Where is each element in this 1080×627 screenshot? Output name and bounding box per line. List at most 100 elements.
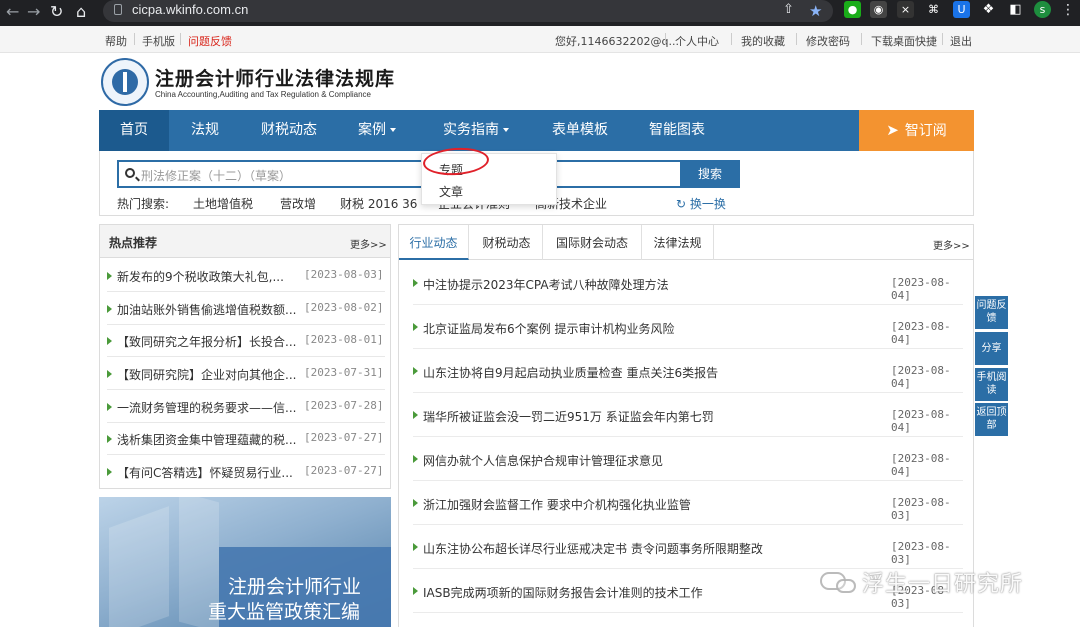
reload-icon[interactable]: ↻ (50, 2, 63, 21)
nav-smart-charts[interactable]: 智能图表 (642, 110, 712, 151)
bullet-icon (413, 587, 418, 595)
search-input[interactable]: 刑法修正案（十二）（草案） (117, 160, 682, 188)
tab-tax-news[interactable]: 财税动态 (471, 225, 543, 260)
table-row[interactable]: 网信办就个人信息保护合规审计管理征求意见 [2023-08-04] (413, 437, 963, 481)
puzzle-extensions-icon[interactable]: ❖ (980, 1, 997, 18)
site-title[interactable]: 注册会计师行业法律法规库 (155, 64, 395, 91)
dropdown-item-articles[interactable]: 文章 (439, 183, 463, 200)
search-button[interactable]: 搜索 (680, 160, 740, 188)
news-more-link[interactable]: 更多>> (933, 237, 970, 252)
forward-icon[interactable]: → (27, 2, 40, 21)
nav-practice-guide[interactable]: 实务指南 (434, 110, 518, 151)
back-icon[interactable]: ← (6, 2, 19, 21)
table-row[interactable]: 北京证监局发布6个案例 提示审计机构业务风险 [2023-08-04] (413, 305, 963, 349)
tab-intl-accounting[interactable]: 国际财会动态 (543, 225, 642, 260)
home-icon[interactable]: ⌂ (76, 2, 86, 21)
divider (665, 33, 666, 45)
item-title[interactable]: 【致同研究之年报分析】长投合... (117, 333, 301, 350)
feedback-link[interactable]: 问题反馈 (188, 33, 232, 49)
item-title[interactable]: 新发布的9个税收政策大礼包,... (117, 268, 301, 285)
change-password-link[interactable]: 修改密码 (806, 33, 850, 49)
list-item[interactable]: 浅析集团资金集中管理蕴藏的税... [2023-07-27] (107, 423, 385, 455)
list-item[interactable]: 加油站账外销售偷逃增值税数额... [2023-08-02] (107, 293, 385, 325)
news-title[interactable]: 浙江加强财会监督工作 要求中介机构强化执业监管 (423, 496, 691, 513)
nav-tax-news[interactable]: 财税动态 (249, 110, 329, 151)
hot-term[interactable]: 财税 2016 36 (340, 195, 417, 212)
table-row[interactable]: 瑞华所被证监会没一罚二近951万 系证监会年内第七罚 [2023-08-04] (413, 393, 963, 437)
hot-panel-header: 热点推荐 更多>> (100, 225, 390, 258)
site-subtitle: China Accounting,Auditing and Tax Regula… (155, 90, 371, 99)
item-title[interactable]: 【致同研究院】企业对向其他企... (117, 366, 301, 383)
sidebar-panel-icon[interactable]: ◧ (1007, 1, 1024, 18)
mobile-version-link[interactable]: 手机版 (142, 33, 175, 49)
bullet-icon (107, 435, 112, 443)
list-item[interactable]: 【致同研究院】企业对向其他企... [2023-07-31] (107, 358, 385, 390)
bullet-icon (107, 468, 112, 476)
divider (731, 33, 732, 45)
item-title[interactable]: 【有问C答精选】怀疑贸易行业... (117, 464, 301, 481)
bookmark-star-icon[interactable]: ★ (809, 2, 822, 20)
table-row[interactable]: 山东注协公布超长详尽行业惩戒决定书 责令问题事务所限期整改 [2023-08-03… (413, 525, 963, 569)
user-center-link[interactable]: 个人中心 (675, 33, 719, 49)
tab-laws[interactable]: 法律法规 (642, 225, 714, 260)
policy-banner[interactable]: 注册会计师行业 重大监管政策汇编 (99, 497, 391, 627)
nav-cases[interactable]: 案例 (351, 110, 403, 151)
news-title[interactable]: IASB完成两项新的国际财务报告会计准则的技术工作 (423, 584, 703, 601)
news-title[interactable]: 山东注协将自9月起启动执业质量检查 重点关注6类报告 (423, 364, 718, 381)
float-share-button[interactable]: 分享 (975, 332, 1008, 365)
refresh-icon: ↻ (676, 197, 687, 211)
hot-more-link[interactable]: 更多>> (350, 236, 387, 251)
nav-regulations[interactable]: 法规 (177, 110, 233, 151)
profile-avatar[interactable]: s (1034, 1, 1051, 18)
nav-form-templates[interactable]: 表单模板 (540, 110, 620, 151)
refresh-hot-button[interactable]: ↻ 换一换 (676, 195, 726, 212)
translate-extension-icon[interactable]: ◉ (870, 1, 887, 18)
u-extension-icon[interactable]: U (953, 1, 970, 18)
nav-home[interactable]: 首页 (99, 110, 169, 151)
smart-subscribe-button[interactable]: ➤ 智订阅 (859, 110, 974, 151)
divider (861, 33, 862, 45)
table-row[interactable]: 中注协提示2023年CPA考试八种故障处理方法 [2023-08-04] (413, 261, 963, 305)
list-item[interactable]: 一流财务管理的税务要求——信... [2023-07-28] (107, 391, 385, 423)
table-row[interactable]: 山东注协将自9月起启动执业质量检查 重点关注6类报告 [2023-08-04] (413, 349, 963, 393)
item-title[interactable]: 一流财务管理的税务要求——信... (117, 399, 301, 416)
hot-term[interactable]: 土地增值税 (193, 195, 253, 212)
news-title[interactable]: 山东注协公布超长详尽行业惩戒决定书 责令问题事务所限期整改 (423, 540, 763, 557)
item-date: [2023-07-31] (304, 366, 384, 379)
x-extension-icon[interactable]: × (897, 1, 914, 18)
address-bar[interactable]: cicpa.wkinfo.com.cn (103, 0, 833, 22)
bullet-icon (107, 403, 112, 411)
table-row[interactable]: 浙江加强财会监督工作 要求中介机构强化执业监管 [2023-08-03] (413, 481, 963, 525)
news-title[interactable]: 北京证监局发布6个案例 提示审计机构业务风险 (423, 320, 674, 337)
wechat-extension-icon[interactable]: ● (844, 1, 861, 18)
news-title[interactable]: 瑞华所被证监会没一罚二近951万 系证监会年内第七罚 (423, 408, 714, 425)
list-item[interactable]: 【致同研究之年报分析】长投合... [2023-08-01] (107, 325, 385, 357)
float-back-to-top-button[interactable]: 返回顶部 (975, 403, 1008, 436)
list-item[interactable]: 新发布的9个税收政策大礼包,... [2023-08-03] (107, 260, 385, 292)
browser-toolbar: ← → ↻ ⌂ cicpa.wkinfo.com.cn ⇧ ★ ● ◉ × ⌘ … (0, 0, 1080, 26)
help-link[interactable]: 帮助 (105, 33, 127, 49)
building-graphic (109, 506, 169, 627)
hot-term[interactable]: 营改增 (280, 195, 316, 212)
float-mobile-read-button[interactable]: 手机阅读 (975, 368, 1008, 401)
list-item[interactable]: 【有问C答精选】怀疑贸易行业... [2023-07-27] (107, 456, 385, 488)
news-title[interactable]: 中注协提示2023年CPA考试八种故障处理方法 (423, 276, 669, 293)
logout-link[interactable]: 退出 (950, 33, 972, 49)
item-title[interactable]: 浅析集团资金集中管理蕴藏的税... (117, 431, 301, 448)
menu-dots-icon[interactable]: ⋮ (1061, 2, 1075, 18)
lock-icon (114, 4, 122, 15)
command-extension-icon[interactable]: ⌘ (925, 1, 942, 18)
news-title[interactable]: 网信办就个人信息保护合规审计管理征求意见 (423, 452, 663, 469)
item-date: [2023-08-01] (304, 333, 384, 346)
desktop-shortcut-link[interactable]: 下载桌面快捷 (871, 33, 937, 49)
item-date: [2023-08-03] (304, 268, 384, 281)
nav-practice-guide-label: 实务指南 (443, 122, 499, 138)
share-icon[interactable]: ⇧ (783, 2, 794, 17)
favorites-link[interactable]: 我的收藏 (741, 33, 785, 49)
news-date: [2023-08-04] (891, 408, 951, 434)
site-logo-icon[interactable] (101, 58, 149, 106)
hot-panel-title: 热点推荐 (109, 236, 158, 250)
item-title[interactable]: 加油站账外销售偷逃增值税数额... (117, 301, 301, 318)
float-feedback-button[interactable]: 问题反馈 (975, 296, 1008, 329)
tab-industry-news[interactable]: 行业动态 (399, 225, 469, 260)
